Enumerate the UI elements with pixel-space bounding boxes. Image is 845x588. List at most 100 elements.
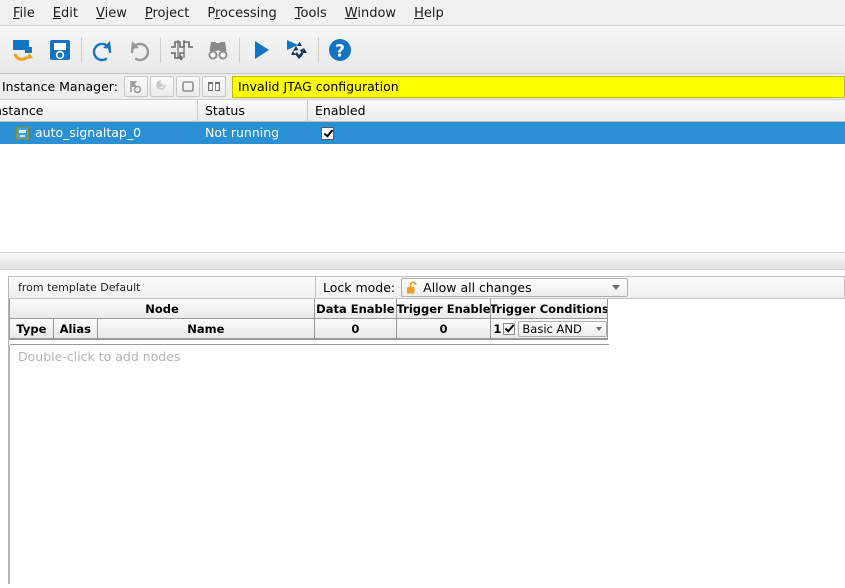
autorun-recycle-icon [284,37,310,63]
menu-label-project-post: roject [152,6,189,21]
binoculars-find-icon [205,37,231,63]
data-enable-value: 0 [315,319,397,339]
toolbar-separator [160,37,161,63]
find-button[interactable] [200,32,236,68]
book-read-icon [206,79,222,94]
column-header-trigger-conditions[interactable]: Trigger Conditions [491,299,607,319]
template-lock-row: from template Default Lock mode: Allow a… [9,276,845,299]
trigger-enable-value: 0 [397,319,492,339]
chevron-down-icon [612,285,620,290]
instance-manager-bar: Instance Manager: [0,74,845,100]
lock-mode-area: Lock mode: Allow all changes [316,276,845,299]
instance-name-label: auto_signaltap_0 [35,122,141,144]
menu-item-processing[interactable]: Processing [198,3,285,23]
table-row[interactable]: auto_signaltap_0 Not running [0,122,845,144]
menu-label-view-post: iew [105,6,127,21]
column-header-status[interactable]: Status [198,100,308,122]
autorun-analysis-button[interactable] [150,76,174,97]
trigger-condition-checkbox[interactable] [503,323,515,335]
help-button[interactable]: ? [322,32,358,68]
trigger-condition-cell: 1 Basic AND [491,319,607,339]
column-header-trigger-enable[interactable]: Trigger Enable [397,299,492,319]
node-list-body[interactable]: Double-click to add nodes [9,345,845,584]
column-header-node[interactable]: Node [10,299,315,319]
enabled-cell[interactable] [314,122,845,144]
column-header-data-enable[interactable]: Data Enable [315,299,397,319]
menu-label-help-post: elp [424,6,444,21]
menu-label-window-post: indow [357,6,396,21]
stop-analysis-button[interactable] [176,76,200,97]
menu-item-edit[interactable]: Edit [44,3,87,23]
waveform-icon [169,37,195,63]
column-header-type[interactable]: Type [10,319,54,339]
open-recall-icon [11,37,37,63]
menu-item-project[interactable]: Project [136,3,199,23]
node-grid-sub-header-row: Type Alias Name 0 0 1 Basic AND [10,319,607,339]
node-panel-inner: from template Default Lock mode: Allow a… [8,276,845,584]
menu-label-file-post: ile [20,6,35,21]
toolbar-separator [318,37,319,63]
trigger-condition-mode-value: Basic AND [522,322,596,336]
menu-label-processing-post: ocessing [220,6,277,21]
lock-mode-value: Allow all changes [423,280,612,295]
toolbar-separator [239,37,240,63]
instance-cell[interactable]: auto_signaltap_0 [0,122,204,144]
help-icon: ? [327,37,353,63]
node-list-top-rule [10,344,609,345]
node-list-placeholder: Double-click to add nodes [10,345,845,364]
menu-item-window[interactable]: Window [336,3,405,23]
node-grid-header: Node Data Enable Trigger Enable Trigger … [9,299,608,340]
autorun-arrow-icon [154,79,170,94]
run-analysis-button[interactable] [124,76,148,97]
signal-configuration-button[interactable] [164,32,200,68]
column-header-alias[interactable]: Alias [54,319,98,339]
instance-manager-label: Instance Manager: [0,79,124,94]
panel-splitter[interactable] [0,252,845,270]
trigger-condition-dropdown[interactable]: Basic AND [518,321,607,337]
menu-label-help-mnemonic: H [414,6,424,21]
column-header-instance[interactable]: nstance [0,100,198,122]
template-label: from template Default [9,276,316,299]
menu-item-view[interactable]: View [87,3,136,23]
unlock-icon [406,281,419,295]
column-header-enabled[interactable]: Enabled [308,100,845,122]
undo-icon [90,37,116,63]
instance-list-empty-area [0,144,845,252]
menu-item-tools[interactable]: Tools [286,3,336,23]
undo-button[interactable] [85,32,121,68]
lock-mode-dropdown[interactable]: Allow all changes [401,278,628,297]
column-header-name[interactable]: Name [98,319,315,339]
instance-table-header: nstance Status Enabled [0,100,845,122]
menu-label-view-mnemonic: V [96,6,105,21]
menu-item-help[interactable]: Help [405,3,453,23]
open-recall-button[interactable] [6,32,42,68]
menu-label-edit-post: dit [61,6,78,21]
read-data-button[interactable] [202,76,226,97]
jtag-warning-banner: Invalid JTAG configuration [232,76,845,98]
main-toolbar: ? [0,26,845,74]
redo-icon [126,37,152,63]
save-icon [47,37,73,63]
status-cell: Not running [204,122,314,144]
run-analysis-icon [248,37,274,63]
toolbar-separator [81,37,82,63]
enabled-checkbox[interactable] [321,127,334,140]
instance-node-icon [16,127,29,140]
node-grid-group-header-row: Node Data Enable Trigger Enable Trigger … [10,299,607,319]
svg-text:?: ? [335,41,345,61]
node-panel: from template Default Lock mode: Allow a… [0,272,845,584]
redo-button[interactable] [121,32,157,68]
menu-label-tools-post: ools [301,6,327,21]
stop-square-icon [180,79,196,94]
menu-label-processing-pre: P [207,6,215,21]
run-analysis-toolbar-button[interactable] [243,32,279,68]
run-analysis-flag-icon [128,79,144,94]
menu-label-edit-mnemonic: E [53,6,61,21]
trigger-condition-number: 1 [493,322,501,336]
menu-bar: File Edit View Project Processing Tools … [0,0,845,26]
autorun-analysis-toolbar-button[interactable] [279,32,315,68]
menu-label-window-mnemonic: W [345,6,358,21]
save-button[interactable] [42,32,78,68]
menu-item-file[interactable]: File [4,3,44,23]
lock-mode-label: Lock mode: [323,280,395,295]
